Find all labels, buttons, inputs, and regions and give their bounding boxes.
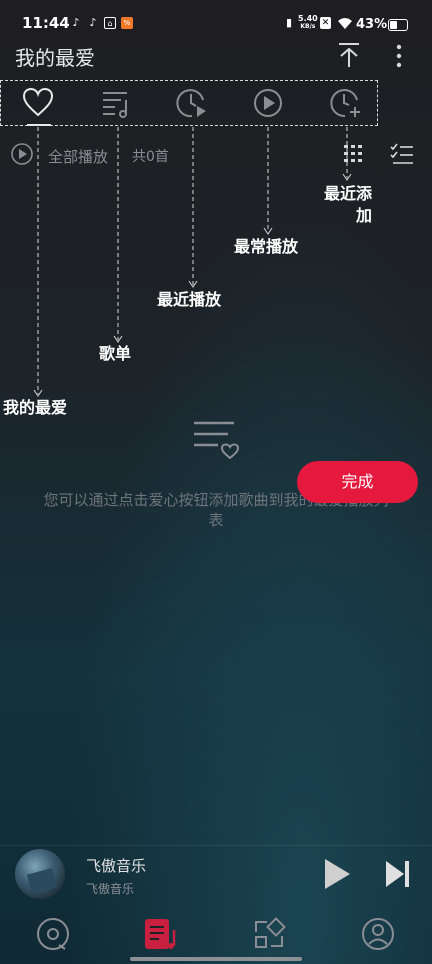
next-track-icon[interactable] <box>383 857 413 891</box>
annotation-recent-add: 最近添 加 <box>324 184 373 225</box>
annotation-recent-played: 最近播放 <box>157 290 222 309</box>
play-icon[interactable] <box>322 857 352 891</box>
annotation-favorites: 我的最爱 <box>3 398 68 417</box>
home-indicator[interactable] <box>130 957 302 961</box>
album-cover[interactable] <box>15 849 65 899</box>
artist-name: 飞傲音乐 <box>86 882 135 896</box>
annotation-most-played: 最常播放 <box>234 237 299 256</box>
nav-disc-icon[interactable] <box>35 916 71 952</box>
nav-profile-icon[interactable] <box>360 916 396 952</box>
annotation-playlist: 歌单 <box>99 344 132 363</box>
empty-playlist-icon <box>194 421 240 460</box>
nav-library-icon[interactable] <box>143 916 179 952</box>
done-button[interactable]: 完成 <box>297 461 418 503</box>
nav-switch-icon[interactable] <box>251 916 287 952</box>
song-title: 飞傲音乐 <box>86 857 147 875</box>
